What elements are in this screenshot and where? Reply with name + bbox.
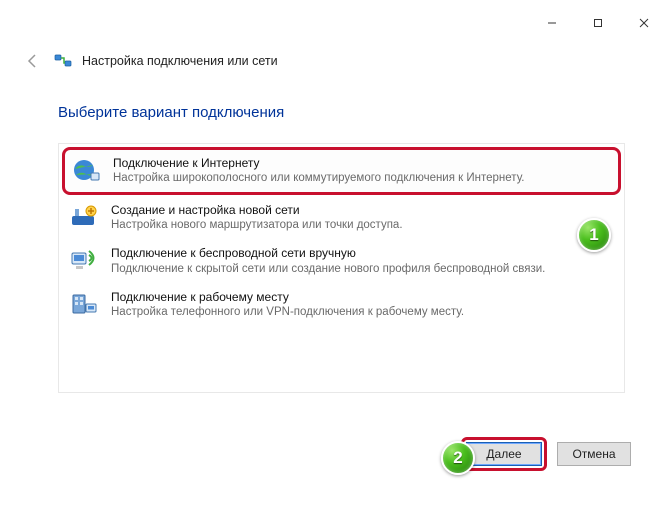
connection-options-panel: Подключение к Интернету Настройка широко… <box>58 143 625 393</box>
option-setup-new-network[interactable]: Создание и настройка новой сети Настройк… <box>61 196 622 240</box>
wireless-manual-icon <box>69 245 99 275</box>
header-title: Настройка подключения или сети <box>82 54 278 68</box>
option-desc: Подключение к скрытой сети или создание … <box>111 262 545 278</box>
footer-buttons: Далее Отмена <box>461 437 631 471</box>
callout-badge-1: 1 <box>577 218 611 252</box>
option-title: Подключение к рабочему месту <box>111 289 464 305</box>
router-icon <box>69 202 99 232</box>
option-desc: Настройка нового маршрутизатора или точк… <box>111 218 403 234</box>
content-area: Выберите вариант подключения Подключение… <box>0 78 667 393</box>
next-button-label: Далее <box>466 442 542 466</box>
titlebar <box>0 8 667 38</box>
option-title: Подключение к Интернету <box>113 155 524 171</box>
maximize-button[interactable] <box>575 8 621 38</box>
network-center-icon <box>54 52 72 70</box>
option-desc: Настройка широкополосного или коммутируе… <box>113 171 524 187</box>
option-desc: Настройка телефонного или VPN-подключени… <box>111 305 464 321</box>
option-title: Создание и настройка новой сети <box>111 202 403 218</box>
callout-badge-2: 2 <box>441 441 475 475</box>
option-title: Подключение к беспроводной сети вручную <box>111 245 545 261</box>
cancel-button-label: Отмена <box>572 447 615 461</box>
page-heading: Выберите вариант подключения <box>58 104 625 121</box>
cancel-button[interactable]: Отмена <box>557 442 631 466</box>
header: Настройка подключения или сети <box>0 38 667 78</box>
option-connect-to-internet[interactable]: Подключение к Интернету Настройка широко… <box>62 147 621 195</box>
minimize-button[interactable] <box>529 8 575 38</box>
back-button[interactable] <box>22 50 44 72</box>
option-manual-wireless[interactable]: Подключение к беспроводной сети вручную … <box>61 239 622 283</box>
close-button[interactable] <box>621 8 667 38</box>
workplace-icon <box>69 289 99 319</box>
globe-icon <box>71 155 101 185</box>
option-connect-workplace[interactable]: Подключение к рабочему месту Настройка т… <box>61 283 622 327</box>
network-setup-wizard-window: Настройка подключения или сети Выберите … <box>0 0 667 511</box>
